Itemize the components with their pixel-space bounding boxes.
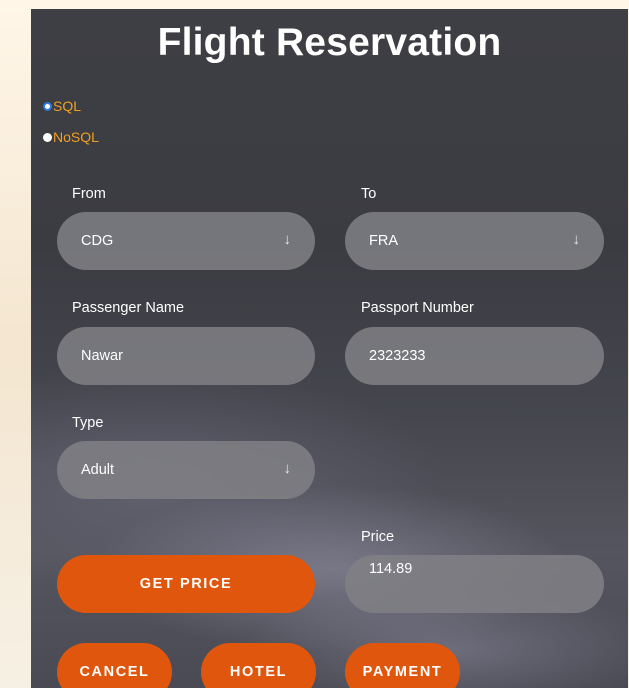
chevron-down-icon: ↓ <box>283 231 292 248</box>
passport-number-input[interactable]: 2323233 <box>345 327 604 385</box>
chevron-down-icon: ↓ <box>283 460 292 477</box>
to-select[interactable]: FRA ↓ <box>345 212 604 270</box>
from-value: CDG <box>81 233 114 249</box>
radio-option-sql[interactable]: SQL <box>43 98 81 114</box>
passenger-name-input[interactable]: Nawar <box>57 327 315 385</box>
cancel-button[interactable]: CANCEL <box>57 643 172 688</box>
get-price-button[interactable]: GET PRICE <box>57 555 315 613</box>
radio-checked-icon[interactable] <box>43 101 52 111</box>
type-select[interactable]: Adult ↓ <box>57 441 315 499</box>
price-label: Price <box>361 529 395 545</box>
radio-unchecked-icon[interactable] <box>43 132 52 142</box>
passport-number-value: 2323233 <box>369 348 426 364</box>
passport-number-label: Passport Number <box>361 300 474 316</box>
type-label: Type <box>72 415 104 431</box>
price-value: 114.89 <box>369 561 413 577</box>
passenger-name-label: Passenger Name <box>72 300 185 316</box>
to-value: FRA <box>369 233 398 249</box>
type-value: Adult <box>81 462 115 478</box>
page-title: Flight Reservation <box>157 21 502 64</box>
chevron-down-icon: ↓ <box>572 231 581 248</box>
price-field[interactable]: 114.89 <box>345 555 604 613</box>
radio-label-sql: SQL <box>53 98 82 114</box>
to-label: To <box>361 186 377 202</box>
reservation-panel: Flight Reservation SQL NoSQL From CDG ↓ … <box>31 9 628 688</box>
from-select[interactable]: CDG ↓ <box>57 212 315 270</box>
passenger-name-value: Nawar <box>81 348 123 364</box>
page-background: Flight Reservation SQL NoSQL From CDG ↓ … <box>0 0 629 688</box>
hotel-button[interactable]: HOTEL <box>201 643 316 688</box>
radio-option-nosql[interactable]: NoSQL <box>43 129 99 145</box>
from-label: From <box>72 186 106 202</box>
payment-button[interactable]: PAYMENT <box>345 643 460 688</box>
radio-label-nosql: NoSQL <box>53 129 99 145</box>
